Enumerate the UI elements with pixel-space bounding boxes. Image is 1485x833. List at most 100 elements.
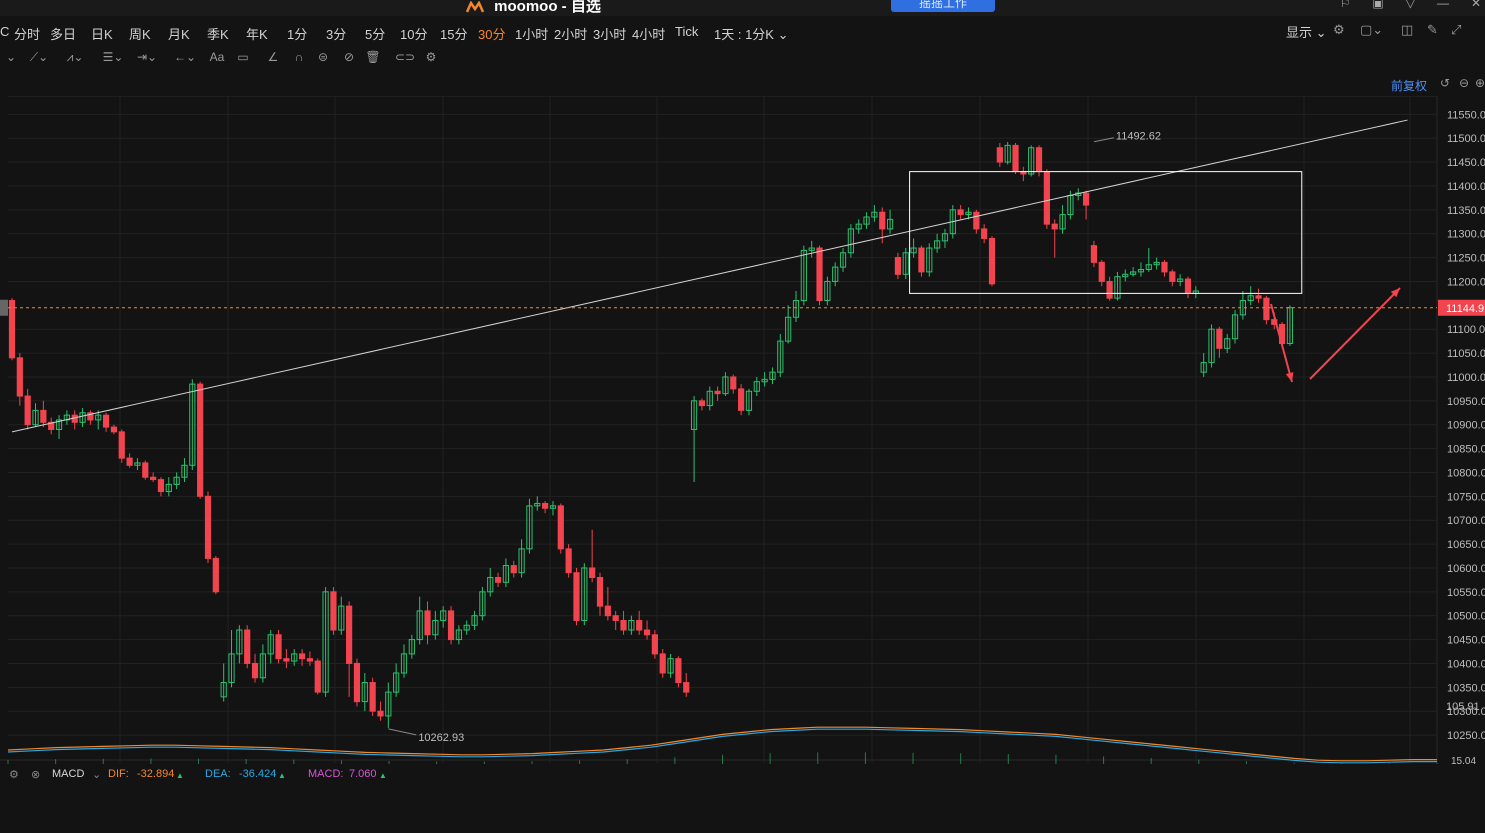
minimize-icon[interactable]: —: [1437, 0, 1449, 10]
candle-body-39: [314, 660, 321, 693]
timeframe-tab-15[interactable]: 2小时: [554, 24, 587, 43]
y-tick-label-3: 11400.00: [1447, 181, 1485, 193]
candle-body-159: [1255, 295, 1262, 299]
trendline: [11, 119, 1408, 433]
candle-body-88: [698, 400, 706, 407]
candle-body-126: [996, 147, 1003, 163]
link-icon[interactable]: ⊂⊃: [394, 50, 416, 68]
angle-icon[interactable]: ∠: [262, 50, 284, 68]
timeframe-tab-5[interactable]: 月K: [168, 24, 190, 43]
y-tick-label-17: 10650.00: [1447, 539, 1485, 551]
candle-body-68: [542, 502, 549, 509]
shirt-icon[interactable]: ▽: [1406, 0, 1415, 10]
timeframe-tab-16[interactable]: 3小时: [593, 24, 626, 43]
candle-body-132: [1043, 171, 1050, 225]
timeframe-tab-18[interactable]: Tick: [675, 24, 698, 39]
timeframe-tab-4[interactable]: 周K: [129, 24, 151, 43]
candle-body-148: [1169, 271, 1176, 282]
candle-body-139: [1098, 261, 1105, 282]
y-tick-label-14: 10800.00: [1447, 467, 1485, 479]
candle-body-138: [1090, 245, 1098, 263]
timeframe-tab-3[interactable]: 日K: [91, 24, 113, 43]
y-tick-label-6: 11250.00: [1447, 253, 1485, 265]
candle-body-124: [981, 228, 988, 239]
range-box: [909, 171, 1303, 294]
arrow-tool-icon[interactable]: ←⌄: [174, 50, 196, 68]
candle-body-111: [879, 211, 886, 230]
candle-body-30: [244, 629, 251, 664]
candle-body-150: [1184, 278, 1192, 294]
candle-body-56: [447, 610, 455, 641]
settings-icon[interactable]: ⚙: [1333, 22, 1345, 38]
timeframe-tab-7[interactable]: 年K: [246, 24, 268, 43]
timeframe-tab-14[interactable]: 1小时: [515, 24, 548, 43]
window-controls: ⚐ ▣ ▽ — ✕: [1340, 0, 1481, 10]
candle-body-77: [612, 615, 619, 621]
fullscreen-icon[interactable]: ⤢: [1451, 22, 1461, 38]
timeframe-tab-10[interactable]: 5分: [365, 24, 385, 43]
trash-icon[interactable]: 🗑: [362, 50, 384, 68]
indicator-settings-icon[interactable]: ⚙: [9, 768, 19, 781]
window-icon[interactable]: ▣: [1372, 0, 1383, 10]
y-tick-label-16: 10700.00: [1447, 515, 1485, 527]
candle-body-70: [557, 505, 564, 550]
candle-body-41: [330, 591, 337, 631]
flag-icon[interactable]: ⚐: [1340, 0, 1351, 10]
text-tool-icon[interactable]: Aa: [206, 50, 228, 68]
undo-icon[interactable]: ↺: [1440, 76, 1450, 90]
y-tick-label-7: 11200.00: [1447, 276, 1485, 288]
lock-icon[interactable]: ⊜: [312, 50, 334, 68]
y-tick-label-13: 10850.00: [1447, 444, 1485, 456]
draw-settings-icon[interactable]: ⚙: [420, 50, 442, 68]
layout-icon[interactable]: ▢⌄: [1360, 22, 1383, 38]
indicator-dropdown-icon[interactable]: ⌄: [92, 768, 101, 781]
y-tick-label-15: 10750.00: [1447, 491, 1485, 503]
hide-icon[interactable]: ⊘: [338, 50, 360, 68]
dea-up-icon: ▲: [278, 771, 286, 780]
measure-tool-icon[interactable]: ⇥⌄: [136, 50, 158, 68]
timeframe-tab-6[interactable]: 季K: [207, 24, 229, 43]
cursor-icon[interactable]: ⌄: [0, 50, 22, 68]
indicator-name[interactable]: MACD: [52, 768, 84, 780]
share-button[interactable]: 摇摇工作: [891, 0, 995, 12]
timeframe-tab-8[interactable]: 1分: [287, 24, 307, 43]
camera-icon[interactable]: ◫: [1401, 22, 1413, 38]
timeframe-tab-12[interactable]: 15分: [440, 24, 467, 43]
pen-icon[interactable]: ✎: [1427, 22, 1438, 38]
candle-body-90: [714, 390, 721, 395]
candle-body-0: [8, 300, 16, 359]
candle-body-17: [142, 462, 149, 478]
display-menu[interactable]: 显示 ⌄: [1286, 22, 1327, 41]
price-chart[interactable]: 11550.00 11500.00 11450.00 11400.00 11350.00…: [0, 96, 1485, 764]
comment-icon[interactable]: ▭: [232, 50, 254, 68]
close-icon[interactable]: ✕: [1471, 0, 1481, 10]
candle-body-125: [988, 237, 996, 285]
line-tool-icon[interactable]: ⟋⌄: [28, 50, 50, 68]
candle-body-34: [275, 634, 282, 660]
timeframe-tab-9[interactable]: 3分: [326, 24, 346, 43]
timeframe-tab-1[interactable]: 分时: [14, 24, 40, 43]
adjust-type-selector[interactable]: 前复权: [1391, 77, 1427, 94]
timeframe-tab-0[interactable]: C: [0, 24, 9, 39]
candle-body-14: [118, 431, 125, 459]
polyline-tool-icon[interactable]: ⩘⌄: [64, 50, 86, 68]
title-bar: moomoo - 自选 摇摇工作 ⚐ ▣ ▽ — ✕: [0, 0, 1485, 16]
magnet-icon[interactable]: ∩: [288, 50, 310, 68]
adjust-label: 前复权: [1391, 79, 1428, 93]
zoom-out-icon[interactable]: ⊖: [1459, 76, 1469, 90]
y-tick-label-11: 10950.00: [1447, 396, 1485, 408]
fib-tool-icon[interactable]: ☰⌄: [102, 50, 124, 68]
timeframe-tab-11[interactable]: 10分: [400, 24, 427, 43]
period-select[interactable]: 1天 : 1分K ⌄: [714, 24, 788, 43]
timeframe-tab-2[interactable]: 多日: [50, 24, 76, 43]
timeframe-tab-13[interactable]: 30分: [478, 24, 505, 43]
zoom-in-icon[interactable]: ⊕: [1475, 76, 1485, 90]
y-tick-label-20: 10500.00: [1447, 611, 1485, 623]
indicator-close-icon[interactable]: ⊗: [31, 768, 40, 781]
dif-up-icon: ▲: [176, 771, 184, 780]
timeframe-toolbar: C 分时 多日 日K 周K 月K 季K 年K 1分 3分 5分 10分 15分 30分 1小时 2小时 3小时 4…: [0, 20, 1485, 44]
candle-body-137: [1082, 192, 1090, 206]
timeframe-tab-17[interactable]: 4小时: [632, 24, 665, 43]
candle-body-19: [157, 479, 165, 493]
y-tick-label-1: 11500.00: [1447, 133, 1485, 145]
